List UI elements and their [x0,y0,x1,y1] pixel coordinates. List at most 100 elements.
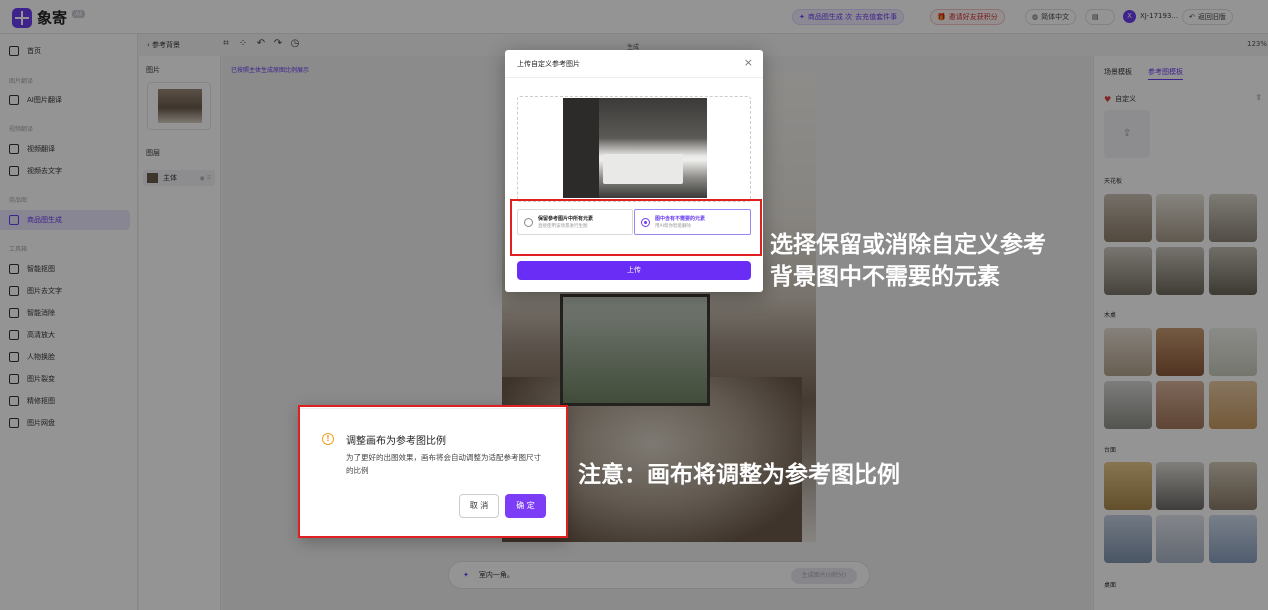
undo-icon[interactable]: ↶ [256,39,266,49]
sidebar-item-ai-image-translate[interactable]: AI图片翻译 [0,90,130,110]
sidebar-group: 图片翻译 [9,78,34,85]
reference-tile[interactable] [1156,381,1204,429]
sidebar-item-image-drive[interactable]: 图片网盘 [0,413,130,433]
invite-button[interactable]: 🎁 邀请好友获积分 [930,9,1005,25]
image-text-icon [9,286,19,296]
zoom-level[interactable]: 123% [1247,40,1267,48]
reference-tile[interactable] [1104,515,1152,563]
sidebar-item-label: 视频翻译 [27,145,55,153]
language-selector[interactable]: ◍ 简体中文 [1025,9,1077,25]
sidebar-group: 视频翻译 [9,126,34,133]
right-panel: 场景模板 参考图模板 ♥ 自定义 ⇪ ⇪ 天花板 木桌 台面 桌面 [1093,56,1268,610]
sidebar-item-label: 人物换脸 [27,353,55,361]
redo-icon[interactable]: ↷ [273,39,283,49]
upload-icon[interactable]: ⇪ [1255,93,1262,102]
layer-row[interactable]: 主体 ◉ ⠿ [143,170,215,186]
eye-icon[interactable]: ◉ ⠿ [199,175,211,182]
sidebar-item-image-remove-text[interactable]: 图片去文字 [0,281,130,301]
sun-icon [9,330,19,340]
back-old-version-button[interactable]: ↶ 返回旧版 [1182,9,1233,25]
crop-icon[interactable]: ⌗ [221,39,231,49]
reference-tile[interactable] [1156,194,1204,242]
sparkle-icon: ✦ [799,13,805,21]
prompt-bar[interactable]: ✦ 室内一角。 生成图片(0积分) [448,561,870,589]
avatar[interactable]: X [1123,10,1136,23]
tab-scene-template[interactable]: 场景模板 [1104,67,1132,77]
grid-icon[interactable]: ⁘ [238,39,248,49]
app-logo[interactable]: 象寄 AI [12,7,85,28]
sidebar-item-label: 图片裂变 [27,375,55,383]
callout-line-2: 背景图中不需要的元素 [770,264,1000,290]
cloud-icon [9,418,19,428]
sidebar-item-label: 精修抠图 [27,397,55,405]
reference-tile[interactable] [1209,462,1257,510]
category-label: 台面 [1104,447,1117,454]
app-badge: AI [72,9,85,18]
back-to-reference[interactable]: ‹ 参考背景 [147,40,180,50]
reference-tile[interactable] [1209,328,1257,376]
divider [505,77,763,78]
sidebar-item-precise-cutout[interactable]: 精修抠图 [0,391,130,411]
window-region [560,294,710,406]
eraser-icon [9,308,19,318]
close-icon[interactable]: × [744,56,753,69]
highlight-box-options [510,199,762,256]
reference-tile[interactable] [1104,328,1152,376]
sidebar-item-video-translate[interactable]: 视频翻译 [0,139,130,159]
sidebar-item-smart-erase[interactable]: 智能消除 [0,303,130,323]
sidebar-item-label: 视频去文字 [27,167,62,175]
app-name: 象寄 [37,9,68,27]
sidebar-item-label: AI图片翻译 [27,96,62,104]
copy-icon [9,374,19,384]
image-section-label: 图片 [146,66,160,74]
tab-reference-template[interactable]: 参考图模板 [1148,67,1183,80]
top-bar: 象寄 AI ✦ 商品图生成 次 去充值套件事 🎁 邀请好友获积分 ◍ 简体中文 … [0,0,1268,34]
notification-button[interactable]: ▤ [1085,9,1115,25]
reference-tile[interactable] [1156,462,1204,510]
reference-tile[interactable] [1209,381,1257,429]
gift-icon: 🎁 [937,13,946,21]
reference-tile[interactable] [1104,462,1152,510]
reference-tile[interactable] [1156,247,1204,295]
promo-pill[interactable]: ✦ 商品图生成 次 去充值套件事 [792,9,905,25]
invite-label: 邀请好友获积分 [948,13,998,21]
reference-tile[interactable] [1156,328,1204,376]
promo-link[interactable]: 去充值套件事 [855,12,897,22]
sidebar-item-product-image[interactable]: 商品图生成 [0,210,130,230]
reference-tile[interactable] [1104,247,1152,295]
heart-icon: ♥ [1104,94,1112,104]
sidebar-item-label: 智能抠图 [27,265,55,273]
custom-section: ♥ 自定义 [1104,94,1136,104]
video-text-icon [9,166,19,176]
reference-preview[interactable] [517,96,751,202]
custom-label: 自定义 [1115,95,1137,103]
sidebar-item-image-fission[interactable]: 图片裂变 [0,369,130,389]
username[interactable]: XJ-17193... [1140,12,1178,20]
generate-button[interactable]: 生成图片(0积分) [791,568,857,584]
reference-tile[interactable] [1104,194,1152,242]
video-icon [9,144,19,154]
sidebar-item-home[interactable]: 首页 [0,41,130,61]
reference-tile[interactable] [1104,381,1152,429]
image-thumbnail[interactable] [147,82,211,130]
upload-button[interactable]: 上传 [517,261,751,280]
sidebar-item-upscale[interactable]: 高清放大 [0,325,130,345]
reference-tile[interactable] [1209,515,1257,563]
sidebar-item-label: 高清放大 [27,331,55,339]
sidebar: 首页 图片翻译 AI图片翻译 视频翻译 视频翻译 视频去文字 商品图 商品图生成… [0,34,138,610]
back-label: 参考背景 [152,41,181,49]
sidebar-item-face-swap[interactable]: 人物换脸 [0,347,130,367]
logo-icon [12,7,32,28]
reference-tile[interactable] [1209,247,1257,295]
scissors-icon [9,264,19,274]
callout-ratio: 注意：画布将调整为参考图比例 [578,462,900,488]
back-old-label: 返回旧版 [1197,13,1226,21]
history-icon[interactable]: ◷ [290,39,300,49]
sidebar-item-video-remove-text[interactable]: 视频去文字 [0,161,130,181]
prompt-input[interactable]: 室内一角。 [479,570,514,580]
reference-tile[interactable] [1156,515,1204,563]
sidebar-item-smart-cutout[interactable]: 智能抠图 [0,259,130,279]
reference-tile[interactable] [1209,194,1257,242]
layer-thumbnail [147,173,158,183]
custom-upload-tile[interactable]: ⇪ [1104,110,1150,158]
